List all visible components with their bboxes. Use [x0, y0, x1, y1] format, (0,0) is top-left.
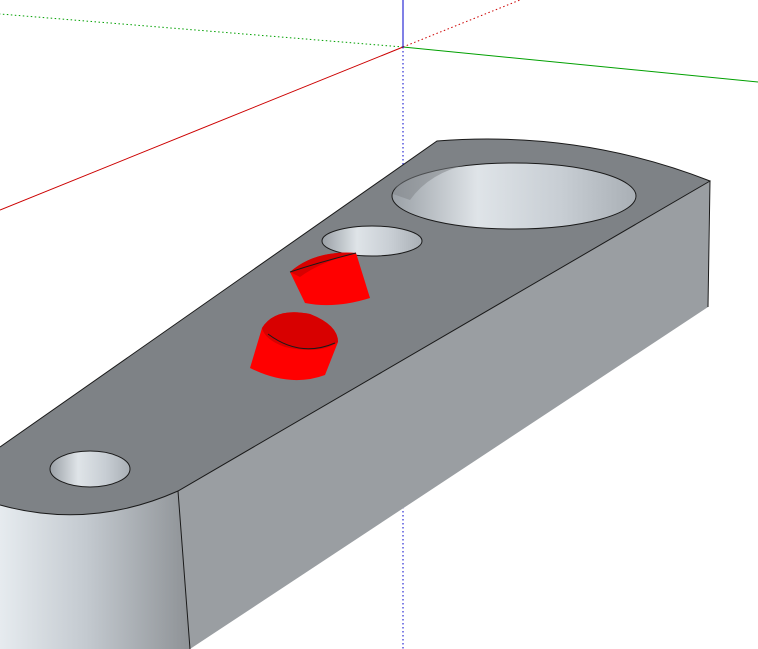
medium-hole[interactable]: [321, 225, 423, 257]
model-canvas[interactable]: [0, 0, 758, 649]
x-axis-positive: [0, 46, 404, 211]
x-axis-negative: [402, 0, 521, 48]
y-axis-negative: [0, 13, 404, 48]
3d-viewport[interactable]: [0, 0, 758, 649]
small-hole[interactable]: [49, 450, 131, 488]
bracket-model[interactable]: [0, 138, 712, 649]
y-axis-positive: [402, 46, 758, 83]
curved-end-face[interactable]: [0, 491, 190, 649]
